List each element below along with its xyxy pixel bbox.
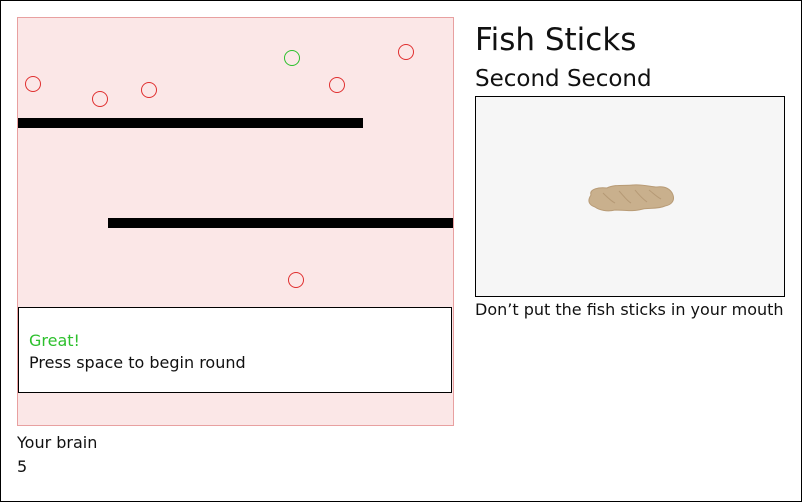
- red-circle: [25, 76, 41, 92]
- brain-value: 5: [17, 457, 28, 476]
- brain-label: Your brain: [17, 433, 98, 452]
- status-text: Great!: [29, 331, 80, 350]
- image-panel: [475, 96, 785, 297]
- image-caption: Don’t put the fish sticks in your mouth: [475, 300, 784, 319]
- green-circle: [284, 50, 300, 66]
- message-box: Great! Press space to begin round: [18, 307, 452, 393]
- red-circle: [92, 91, 108, 107]
- app-title: Fish Sticks: [475, 22, 637, 58]
- red-circle: [288, 272, 304, 288]
- wall-lower: [108, 218, 453, 228]
- fish-stick-image: [588, 184, 674, 212]
- wall-upper: [18, 118, 363, 128]
- game-area[interactable]: Great! Press space to begin round: [17, 17, 454, 426]
- red-circle: [141, 82, 157, 98]
- instruction-text: Press space to begin round: [29, 353, 246, 372]
- red-circle: [329, 77, 345, 93]
- red-circle: [398, 44, 414, 60]
- subtitle: Second Second: [475, 66, 652, 92]
